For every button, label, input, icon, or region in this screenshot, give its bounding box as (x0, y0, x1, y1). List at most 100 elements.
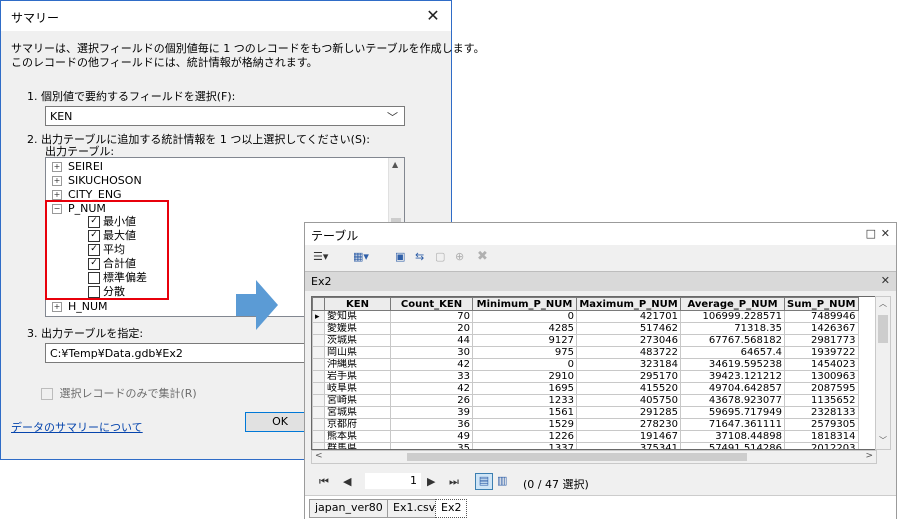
expand-icon[interactable]: + (52, 162, 62, 172)
help-link[interactable]: データのサマリーについて (11, 419, 143, 435)
row-selector[interactable] (312, 442, 325, 449)
table-row[interactable]: 愛媛県 20 4285 517462 71318.35 1426367 (312, 322, 859, 335)
table-cell[interactable]: 茨城県 (324, 334, 391, 347)
expand-icon[interactable]: + (52, 176, 62, 186)
table-cell[interactable]: 42 (390, 382, 473, 395)
row-selector[interactable]: ▸ (312, 310, 325, 323)
column-header[interactable]: Sum_P_NUM (784, 297, 859, 311)
table-cell[interactable]: 57491.514286 (680, 442, 785, 449)
expand-icon[interactable]: + (52, 190, 62, 200)
table-cell[interactable]: 1135652 (784, 394, 859, 407)
table-cell[interactable]: 2981773 (784, 334, 859, 347)
table-cell[interactable]: 2579305 (784, 418, 859, 431)
table-cell[interactable]: 64657.4 (680, 346, 785, 359)
table-cell[interactable]: 1561 (472, 406, 577, 419)
table-cell[interactable]: 7489946 (784, 310, 859, 323)
close-icon[interactable]: ✕ (423, 6, 443, 26)
table-cell[interactable]: 35 (390, 442, 473, 449)
table-cell[interactable]: 71647.361111 (680, 418, 785, 431)
table-cell[interactable]: 9127 (472, 334, 577, 347)
row-selector[interactable] (312, 370, 325, 383)
table-row[interactable]: 岩手県 33 2910 295170 39423.121212 1300963 (312, 370, 859, 383)
column-header[interactable]: Average_P_NUM (680, 297, 785, 311)
table-cell[interactable]: 71318.35 (680, 322, 785, 335)
scroll-down-icon[interactable]: ﹀ (879, 435, 887, 446)
table-row[interactable]: 宮崎県 26 1233 405750 43678.923077 1135652 (312, 394, 859, 407)
table-cell[interactable]: 36 (390, 418, 473, 431)
table-cell[interactable]: 59695.717949 (680, 406, 785, 419)
table-cell[interactable]: 沖縄県 (324, 358, 391, 371)
table-cell[interactable]: 67767.568182 (680, 334, 785, 347)
table-cell[interactable]: 1300963 (784, 370, 859, 383)
next-record-icon[interactable]: ▶ (427, 475, 435, 488)
row-selector[interactable] (312, 382, 325, 395)
table-cell[interactable]: 405750 (576, 394, 681, 407)
row-selector[interactable] (312, 406, 325, 419)
table-row[interactable]: 沖縄県 42 0 323184 34619.595238 1454023 (312, 358, 859, 371)
table-cell[interactable]: 43678.923077 (680, 394, 785, 407)
table-hscroll-thumb[interactable] (407, 453, 747, 461)
table-cell[interactable]: 1337 (472, 442, 577, 449)
table-cell[interactable]: 20 (390, 322, 473, 335)
row-selector[interactable] (312, 358, 325, 371)
attribute-table[interactable]: KEN Count_KEN Minimum_P_NUM Maximum_P_NU… (311, 296, 877, 450)
show-all-records-icon[interactable]: ▤ (475, 473, 493, 490)
table-cell[interactable]: 1226 (472, 430, 577, 443)
table-row[interactable]: ▸ 愛知県 70 0 421701 106999.228571 7489946 (312, 310, 859, 323)
table-cell[interactable]: 1818314 (784, 430, 859, 443)
table-cell[interactable]: 1454023 (784, 358, 859, 371)
table-cell[interactable]: 37108.44898 (680, 430, 785, 443)
table-cell[interactable]: 295170 (576, 370, 681, 383)
table-cell[interactable]: 4285 (472, 322, 577, 335)
bottom-tab-ex2[interactable]: Ex2 (435, 499, 468, 518)
close-icon[interactable]: ✕ (881, 227, 890, 240)
tree-item-sikuchoson[interactable]: + SIKUCHOSON (52, 174, 142, 188)
table-cell[interactable]: 323184 (576, 358, 681, 371)
table-cell[interactable]: 岡山県 (324, 346, 391, 359)
table-cell[interactable]: 宮城県 (324, 406, 391, 419)
table-row[interactable]: 宮城県 39 1561 291285 59695.717949 2328133 (312, 406, 859, 419)
table-horizontal-scrollbar[interactable]: < > (311, 450, 877, 464)
table-cell[interactable]: 191467 (576, 430, 681, 443)
column-header[interactable]: Count_KEN (390, 297, 473, 311)
selected-only-checkbox[interactable] (41, 388, 53, 400)
table-cell[interactable]: 岐阜県 (324, 382, 391, 395)
table-cell[interactable]: 70 (390, 310, 473, 323)
table-cell[interactable]: 278230 (576, 418, 681, 431)
select-by-attributes-icon[interactable]: ▣ (395, 250, 405, 263)
table-cell[interactable]: 49 (390, 430, 473, 443)
column-header[interactable]: Maximum_P_NUM (576, 297, 681, 311)
table-cell[interactable]: 415520 (576, 382, 681, 395)
table-cell[interactable]: 49704.642857 (680, 382, 785, 395)
table-row[interactable]: 岡山県 30 975 483722 64657.4 1939722 (312, 346, 859, 359)
table-cell[interactable]: 106999.228571 (680, 310, 785, 323)
table-options-icon[interactable]: ☰▾ (313, 250, 328, 263)
summarize-field-select[interactable]: KEN ﹀ (45, 106, 405, 126)
table-cell[interactable]: 群馬県 (324, 442, 391, 449)
table-row[interactable]: 京都府 36 1529 278230 71647.361111 2579305 (312, 418, 859, 431)
table-cell[interactable]: 2012203 (784, 442, 859, 449)
table-cell[interactable]: 1939722 (784, 346, 859, 359)
tree-item-seirei[interactable]: + SEIREI (52, 160, 103, 174)
bottom-tab-ex1-csv[interactable]: Ex1.csv (387, 499, 442, 518)
column-header[interactable]: KEN (324, 297, 391, 311)
bottom-tab-japan-ver80[interactable]: japan_ver80 (309, 499, 389, 518)
table-cell[interactable]: 421701 (576, 310, 681, 323)
table-cell[interactable]: 273046 (576, 334, 681, 347)
dock-icon[interactable]: □ (866, 227, 876, 240)
table-cell[interactable]: 1695 (472, 382, 577, 395)
table-cell[interactable]: 2087595 (784, 382, 859, 395)
row-selector[interactable] (312, 346, 325, 359)
row-selector[interactable] (312, 418, 325, 431)
table-cell[interactable]: 44 (390, 334, 473, 347)
table-cell[interactable]: 熊本県 (324, 430, 391, 443)
table-cell[interactable]: 34619.595238 (680, 358, 785, 371)
close-icon[interactable]: ✕ (881, 274, 890, 287)
table-cell[interactable]: 39 (390, 406, 473, 419)
table-cell[interactable]: 0 (472, 358, 577, 371)
table-row[interactable]: 茨城県 44 9127 273046 67767.568182 2981773 (312, 334, 859, 347)
table-cell[interactable]: 30 (390, 346, 473, 359)
table-cell[interactable]: 岩手県 (324, 370, 391, 383)
row-selector[interactable] (312, 322, 325, 335)
table-cell[interactable]: 1233 (472, 394, 577, 407)
